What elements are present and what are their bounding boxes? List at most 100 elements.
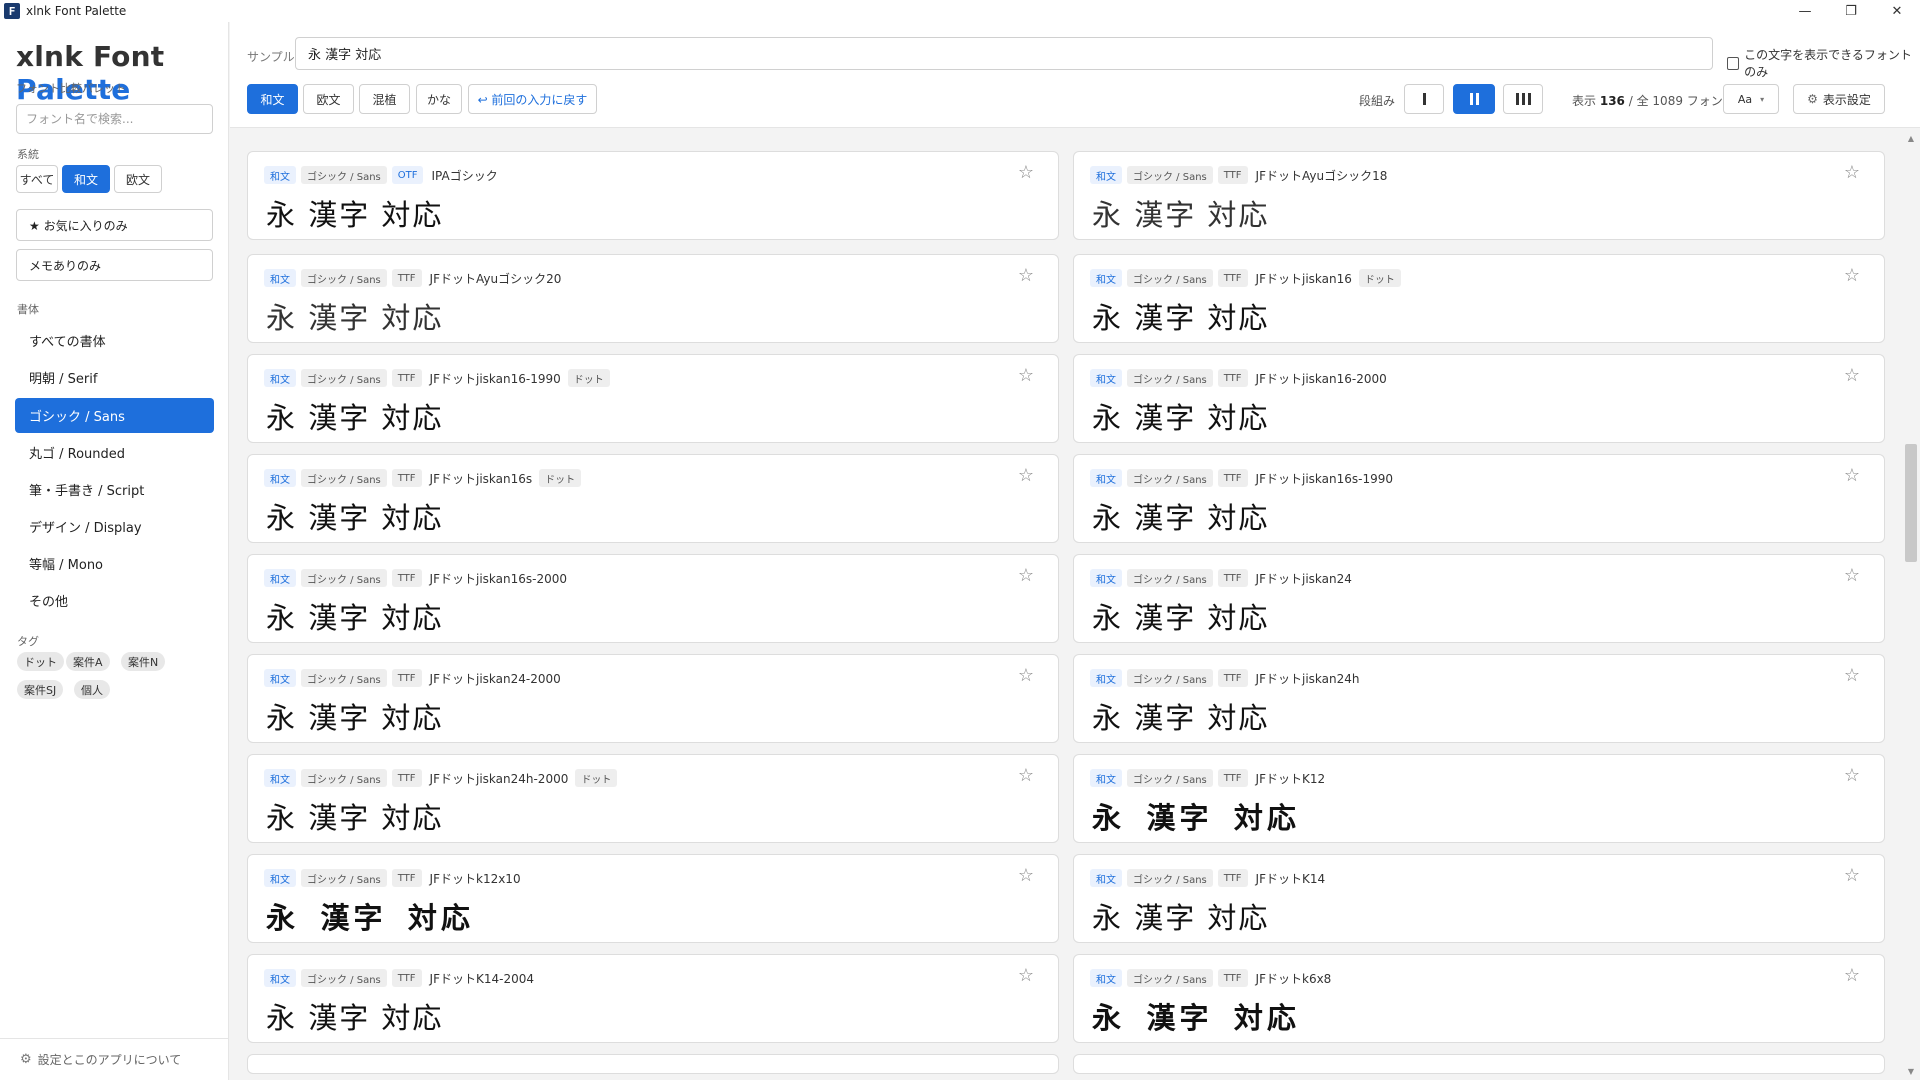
three-column-button[interactable] bbox=[1503, 84, 1543, 114]
favorite-star-icon[interactable]: ☆ bbox=[1844, 465, 1860, 486]
system-all-button[interactable]: すべて bbox=[16, 165, 58, 193]
font-name: JFドットK14-2004 bbox=[429, 971, 534, 986]
sidebar: xlnk Font Palette フォント比較パレット 系統 すべて 和文 欧… bbox=[0, 22, 229, 1080]
favorite-star-icon[interactable]: ☆ bbox=[1844, 965, 1860, 986]
style-mono[interactable]: 等幅 / Mono bbox=[15, 546, 214, 581]
lang-badge: 和文 bbox=[264, 369, 296, 387]
checkbox-box[interactable] bbox=[1727, 56, 1740, 70]
favorites-only-button[interactable]: ★ お気に入りのみ bbox=[16, 209, 213, 241]
font-card[interactable]: 和文 ゴシック / Sans TTF JFドットjiskan16s ドット ☆ 永 漢字… bbox=[247, 454, 1059, 543]
font-card[interactable]: 和文 ゴシック / Sans TTF JFドットjiskan16s-2000 ☆ 永 … bbox=[247, 554, 1059, 643]
font-card[interactable]: 和文 ゴシック / Sans TTF JFドットK14 ☆ 永 漢字 対応 bbox=[1073, 854, 1885, 943]
sample-size-label: Aa bbox=[1737, 92, 1753, 106]
font-name: JFドットjiskan24h-2000 bbox=[429, 771, 569, 786]
font-sample: 永 漢字 対応 bbox=[1092, 198, 1270, 232]
sample-text-input[interactable] bbox=[295, 37, 1713, 70]
only-supported-checkbox[interactable]: この文字を表示できるフォントのみ bbox=[1727, 46, 1920, 80]
favorite-star-icon[interactable]: ☆ bbox=[1018, 465, 1034, 486]
font-card[interactable]: 和文 ゴシック / Sans OTF IPAゴシック ☆ 永 漢字 対応 bbox=[247, 151, 1059, 240]
favorite-star-icon[interactable]: ☆ bbox=[1844, 665, 1860, 686]
format-badge: TTF bbox=[1217, 669, 1248, 687]
font-card[interactable]: 和文 ゴシック / Sans TTF JFドットjiskan16s-1990 ☆ 永 … bbox=[1073, 454, 1885, 543]
favorite-star-icon[interactable]: ☆ bbox=[1844, 162, 1860, 183]
memo-only-button[interactable]: メモありのみ bbox=[16, 249, 213, 281]
favorite-star-icon[interactable]: ☆ bbox=[1018, 865, 1034, 886]
style-all[interactable]: すべての書体 bbox=[15, 323, 214, 358]
scroll-down-arrow-icon[interactable]: ▼ bbox=[1902, 1064, 1920, 1078]
script-japanese-button[interactable]: 和文 bbox=[247, 84, 298, 114]
font-card[interactable]: 和文 ゴシック / Sans TTF JFドットjiskan16-2000 ☆ 永 漢… bbox=[1073, 354, 1885, 443]
gear-icon: ⚙ bbox=[20, 1052, 32, 1067]
favorite-star-icon[interactable]: ☆ bbox=[1018, 565, 1034, 586]
favorite-star-icon[interactable]: ☆ bbox=[1018, 365, 1034, 386]
restore-previous-input-button[interactable]: ↩ 前回の入力に戻す bbox=[468, 84, 597, 114]
font-card[interactable]: 和文 ゴシック / Sans TTF JFドットjiskan24-2000 ☆ 永 漢… bbox=[247, 654, 1059, 743]
minimize-button[interactable]: — bbox=[1782, 0, 1828, 22]
style-display[interactable]: デザイン / Display bbox=[15, 509, 214, 544]
two-column-button[interactable] bbox=[1453, 84, 1495, 114]
favorite-star-icon[interactable]: ☆ bbox=[1018, 765, 1034, 786]
lang-badge: 和文 bbox=[1090, 669, 1122, 687]
favorite-star-icon[interactable]: ☆ bbox=[1844, 365, 1860, 386]
favorite-star-icon[interactable]: ☆ bbox=[1018, 965, 1034, 986]
close-window-button[interactable]: ✕ bbox=[1874, 0, 1920, 22]
display-settings-button[interactable]: ⚙ 表示設定 bbox=[1793, 84, 1885, 114]
favorite-star-icon[interactable]: ☆ bbox=[1844, 565, 1860, 586]
style-rounded[interactable]: 丸ゴ / Rounded bbox=[15, 435, 214, 470]
font-search-input[interactable] bbox=[16, 104, 213, 134]
lang-badge: 和文 bbox=[1090, 769, 1122, 787]
favorite-star-icon[interactable]: ☆ bbox=[1018, 265, 1034, 286]
tag-dot[interactable]: ドット bbox=[17, 652, 64, 671]
system-western-button[interactable]: 欧文 bbox=[114, 165, 162, 193]
font-sample: 永 漢字 対応 bbox=[266, 1001, 444, 1035]
tag-project-a[interactable]: 案件A bbox=[66, 652, 110, 671]
restore-window-button[interactable]: ❐ bbox=[1828, 0, 1874, 22]
script-mixed-button[interactable]: 混植 bbox=[359, 84, 410, 114]
font-card[interactable]: 和文 ゴシック / Sans TTF JFドットk6x8 ☆ 永 漢字 対応 bbox=[1073, 954, 1885, 1043]
font-card[interactable] bbox=[1073, 1054, 1885, 1074]
one-column-icon bbox=[1422, 93, 1426, 105]
font-card[interactable]: 和文 ゴシック / Sans TTF JFドットAyuゴシック18 ☆ 永 漢字 対応 bbox=[1073, 151, 1885, 240]
sample-size-dropdown[interactable]: Aa ▾ bbox=[1723, 84, 1779, 114]
favorite-star-icon[interactable]: ☆ bbox=[1018, 162, 1034, 183]
style-other[interactable]: その他 bbox=[15, 583, 214, 618]
settings-about-button[interactable]: ⚙ 設定とこのアプリについて bbox=[0, 1038, 229, 1080]
scrollbar[interactable]: ▲ ▼ bbox=[1902, 129, 1920, 1080]
style-serif[interactable]: 明朝 / Serif bbox=[15, 360, 214, 395]
font-name: JFドットk12x10 bbox=[429, 871, 521, 886]
style-sans[interactable]: ゴシック / Sans bbox=[15, 398, 214, 433]
font-sample: 永 漢字 対応 bbox=[1092, 701, 1270, 735]
format-badge: TTF bbox=[1217, 269, 1248, 287]
font-card[interactable]: 和文 ゴシック / Sans TTF JFドットjiskan16 ドット ☆ 永 漢字 … bbox=[1073, 254, 1885, 343]
script-western-button[interactable]: 欧文 bbox=[303, 84, 354, 114]
style-label: 書体 bbox=[17, 303, 39, 316]
category-badge: ゴシック / Sans bbox=[1127, 769, 1213, 787]
tag-project-n[interactable]: 案件N bbox=[121, 652, 166, 671]
tag-project-sj[interactable]: 案件SJ bbox=[17, 680, 64, 699]
one-column-button[interactable] bbox=[1404, 84, 1444, 114]
favorite-star-icon[interactable]: ☆ bbox=[1844, 765, 1860, 786]
style-script[interactable]: 筆・手書き / Script bbox=[15, 472, 214, 507]
font-card[interactable] bbox=[247, 1054, 1059, 1074]
format-badge: OTF bbox=[391, 166, 424, 184]
favorite-star-icon[interactable]: ☆ bbox=[1844, 865, 1860, 886]
two-column-icon bbox=[1469, 93, 1479, 105]
scroll-up-arrow-icon[interactable]: ▲ bbox=[1902, 131, 1920, 145]
scroll-thumb[interactable] bbox=[1905, 444, 1917, 562]
category-badge: ゴシック / Sans bbox=[301, 369, 387, 387]
font-sample: 永 漢字 対応 bbox=[1092, 301, 1270, 335]
font-card[interactable]: 和文 ゴシック / Sans TTF JFドットk12x10 ☆ 永 漢字 対応 bbox=[247, 854, 1059, 943]
font-card[interactable]: 和文 ゴシック / Sans TTF JFドットjiskan16-1990 ドット ☆ … bbox=[247, 354, 1059, 443]
font-card[interactable]: 和文 ゴシック / Sans TTF JFドットjiskan24h-2000 ドット ☆… bbox=[247, 754, 1059, 843]
script-kana-button[interactable]: かな bbox=[416, 84, 462, 114]
font-card[interactable]: 和文 ゴシック / Sans TTF JFドットK14-2004 ☆ 永 漢字 対応 bbox=[247, 954, 1059, 1043]
favorite-star-icon[interactable]: ☆ bbox=[1844, 265, 1860, 286]
font-card[interactable]: 和文 ゴシック / Sans TTF JFドットjiskan24h ☆ 永 漢字 対応 bbox=[1073, 654, 1885, 743]
font-card[interactable]: 和文 ゴシック / Sans TTF JFドットK12 ☆ 永 漢字 対応 bbox=[1073, 754, 1885, 843]
font-card[interactable]: 和文 ゴシック / Sans TTF JFドットAyuゴシック20 ☆ 永 漢字 対応 bbox=[247, 254, 1059, 343]
format-badge: TTF bbox=[1217, 369, 1248, 387]
system-japanese-button[interactable]: 和文 bbox=[62, 165, 110, 193]
font-card[interactable]: 和文 ゴシック / Sans TTF JFドットjiskan24 ☆ 永 漢字 対応 bbox=[1073, 554, 1885, 643]
tag-personal[interactable]: 個人 bbox=[74, 680, 110, 699]
favorite-star-icon[interactable]: ☆ bbox=[1018, 665, 1034, 686]
